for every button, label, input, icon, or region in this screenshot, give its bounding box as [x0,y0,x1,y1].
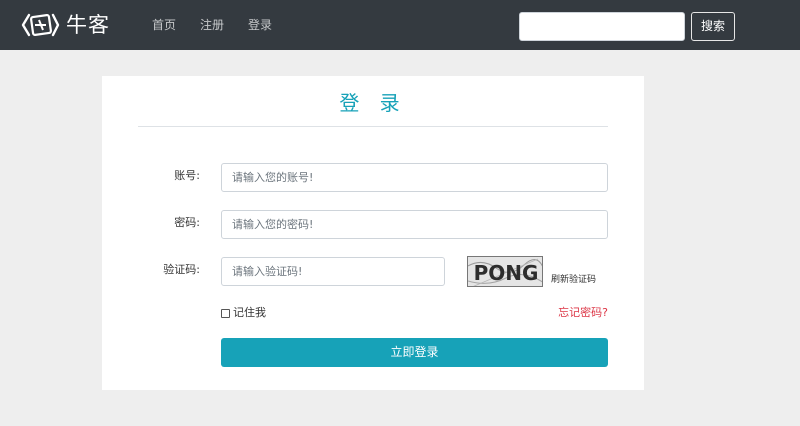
nav-link-register[interactable]: 注册 [200,17,224,33]
navbar: 牛客 首页 注册 登录 搜索 [0,0,800,50]
password-label: 密码: [174,216,200,229]
nav-link-home[interactable]: 首页 [152,17,176,33]
username-label: 账号: [174,169,200,182]
password-input[interactable] [221,210,608,239]
forgot-password-link[interactable]: 忘记密码? [558,306,608,320]
login-card: 登 录 账号: 密码: 验证码: PONG 刷新验证码 记住我 忘记密码? 立即… [102,76,644,390]
captcha-image[interactable]: PONG [467,256,543,287]
nav-link-login[interactable]: 登录 [248,17,272,33]
remember-label: 记住我 [233,306,266,319]
remember-checkbox[interactable] [221,308,230,318]
login-button[interactable]: 立即登录 [221,338,608,367]
page-title: 登 录 [339,91,407,115]
search-input[interactable] [519,12,685,41]
captcha-input[interactable] [221,257,445,286]
title-divider [138,126,608,127]
refresh-captcha-link[interactable]: 刷新验证码 [551,274,596,286]
brand-logo[interactable]: 牛客 [20,10,110,40]
search-button[interactable]: 搜索 [691,12,735,41]
logo-icon [21,13,60,37]
brand-name: 牛客 [66,13,110,37]
captcha-text: PONG [474,261,539,285]
username-input[interactable] [221,163,608,192]
captcha-label: 验证码: [163,263,200,276]
remember-me[interactable]: 记住我 [221,306,266,320]
